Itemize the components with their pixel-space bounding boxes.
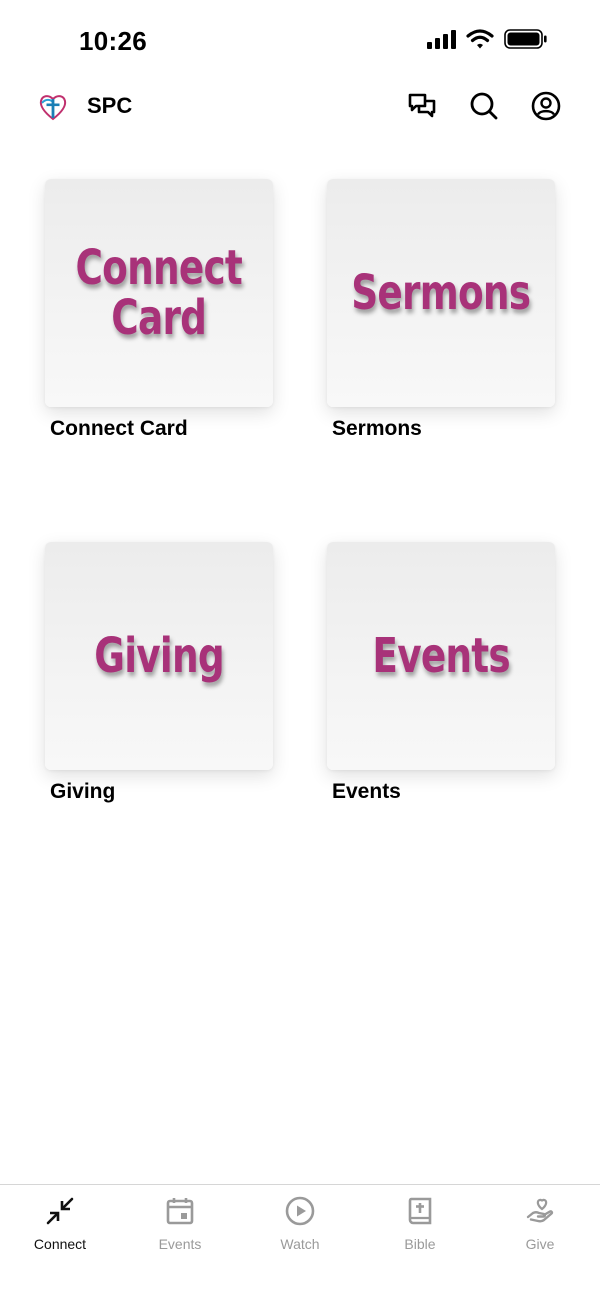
tile-image-text: Giving [94, 628, 224, 684]
tile-image: Connect Card [45, 179, 273, 407]
status-time: 10:26 [79, 26, 147, 56]
tile-image-text: Sermons [351, 265, 531, 321]
account-circle-icon [531, 91, 561, 121]
tile-events[interactable]: Events Events [327, 542, 557, 804]
tile-sermons[interactable]: Sermons Sermons [327, 179, 557, 441]
messages-button[interactable] [406, 90, 438, 122]
battery-icon [504, 29, 547, 49]
tile-image-text: Connect Card [75, 240, 243, 346]
cellular-signal-icon [427, 29, 456, 49]
connect-arrows-icon [44, 1195, 76, 1227]
tile-image-text: Events [372, 628, 510, 684]
tile-label: Connect Card [50, 417, 188, 440]
tile-label: Events [332, 780, 401, 803]
tab-bible[interactable]: Bible [360, 1185, 480, 1301]
header-actions [406, 90, 562, 122]
chat-bubbles-icon [408, 93, 436, 118]
tile-image: Giving [45, 542, 273, 770]
wifi-icon [466, 29, 494, 49]
tile-image: Events [327, 542, 555, 770]
calendar-icon [164, 1195, 196, 1227]
tab-label: Watch [280, 1236, 320, 1252]
play-circle-icon [284, 1195, 316, 1227]
church-logo-icon [39, 95, 67, 121]
bible-icon [404, 1195, 436, 1227]
tab-watch[interactable]: Watch [240, 1185, 360, 1301]
status-icons [427, 28, 548, 50]
tab-label: Events [158, 1236, 202, 1252]
tab-label: Connect [33, 1236, 87, 1252]
tab-events[interactable]: Events [120, 1185, 240, 1301]
tile-giving[interactable]: Giving Giving [45, 542, 275, 804]
tile-label: Sermons [332, 417, 422, 440]
tab-give[interactable]: Give [480, 1185, 600, 1301]
status-bar: 10:26 [0, 0, 600, 80]
app-title: SPC [87, 93, 133, 118]
bottom-tab-bar: Connect Events Watch Bible Give [0, 1184, 600, 1301]
profile-button[interactable] [530, 90, 562, 122]
tile-connect-card[interactable]: Connect Card Connect Card [45, 179, 275, 441]
tile-label: Giving [50, 780, 116, 803]
tile-image: Sermons [327, 179, 555, 407]
giving-hand-icon [524, 1195, 556, 1227]
tab-label: Bible [404, 1236, 436, 1252]
search-button[interactable] [468, 90, 500, 122]
tab-connect[interactable]: Connect [0, 1185, 120, 1301]
app-header: SPC [0, 80, 600, 140]
tab-label: Give [525, 1236, 555, 1252]
search-icon [470, 92, 498, 120]
